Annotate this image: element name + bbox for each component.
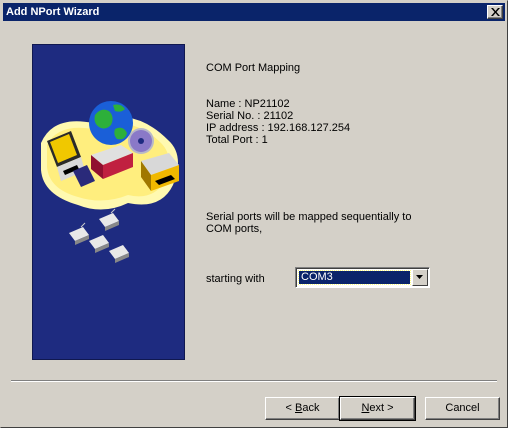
serial-devices-icon [69, 208, 129, 263]
add-nport-wizard-dialog: Add NPort Wizard COM Port Mapping Name:… [0, 0, 508, 428]
device-name: Name : NP21102 [206, 98, 290, 110]
wizard-illustration [32, 44, 185, 360]
mapping-description-line-1: Serial ports will be mapped sequentially… [206, 211, 412, 223]
chevron-down-icon [416, 275, 423, 279]
cancel-button[interactable]: Cancel [425, 397, 500, 420]
next-button-suffix: ext > [369, 402, 394, 414]
starting-with-label: starting with [206, 273, 265, 285]
device-total-port: Total Port : 1 [206, 134, 268, 146]
next-button[interactable]: Next > [339, 396, 416, 421]
network-devices-illustration [41, 101, 179, 263]
device-serial-number: Serial No. : 21102 [206, 110, 294, 122]
mapping-description-line-2: COM ports, [206, 223, 263, 235]
com-port-select-value: COM3 [298, 270, 411, 285]
globe-icon [89, 101, 133, 145]
close-icon [491, 8, 500, 16]
title-bar[interactable]: Add NPort Wizard [3, 3, 505, 21]
back-button[interactable]: < Back [265, 397, 340, 420]
device-ip-address: IP address : 192.168.127.254 [206, 122, 351, 134]
page-heading: COM Port Mapping [206, 62, 301, 74]
window-title: Add NPort Wizard [6, 6, 100, 18]
com-port-select[interactable]: COM3 [295, 267, 430, 288]
back-button-suffix: ack [302, 402, 320, 414]
dropdown-button[interactable] [412, 269, 428, 286]
back-button-prefix: < [285, 402, 295, 414]
cd-icon [128, 128, 154, 154]
footer-separator [11, 380, 497, 382]
close-button[interactable] [487, 5, 503, 19]
